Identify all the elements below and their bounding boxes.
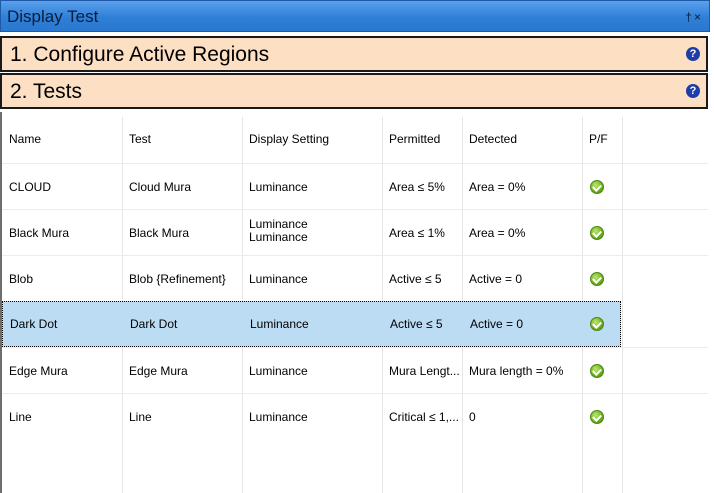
cell-detected: Area = 0% [469, 180, 526, 194]
cell-test: Dark Dot [130, 317, 178, 331]
table-row[interactable]: Edge Mura Edge Mura Luminance Mura Lengt… [2, 347, 708, 393]
cell-detected: Mura length = 0% [469, 364, 564, 378]
cell-detected: Active = 0 [469, 272, 523, 286]
column-header-permitted[interactable]: Permitted [382, 132, 462, 146]
cell-test: Black Mura [129, 226, 190, 240]
table-row[interactable]: Blob Blob {Refinement} Luminance Active … [2, 255, 708, 301]
help-icon[interactable]: ? [686, 84, 700, 98]
cell-permitted: Mura Lengt... [389, 364, 460, 378]
cell-permitted: Area ≤ 1% [389, 226, 445, 240]
help-icon[interactable]: ? [686, 47, 700, 61]
pass-icon [590, 410, 604, 424]
section-configure-active-regions[interactable]: 1. Configure Active Regions ? [0, 36, 708, 72]
table-header: Name Test Display Setting Permitted Dete… [2, 117, 708, 161]
window-title-bar: Display Test †× [0, 0, 710, 32]
cell-test: Blob {Refinement} [129, 272, 226, 286]
pass-icon [590, 180, 604, 194]
cell-name: Edge Mura [9, 364, 68, 378]
close-icon[interactable]: × [694, 10, 703, 24]
pass-icon [590, 226, 604, 240]
cell-display-setting: Luminance [249, 272, 308, 286]
table-row[interactable]: Black Mura Black Mura Luminance Luminanc… [2, 209, 708, 255]
cell-test: Edge Mura [129, 364, 188, 378]
column-header-display-setting[interactable]: Display Setting [242, 132, 382, 146]
cell-permitted: Active ≤ 5 [389, 272, 442, 286]
table-row-selected[interactable]: Dark Dot Dark Dot Luminance Active ≤ 5 A… [2, 301, 621, 347]
cell-name: Black Mura [9, 226, 70, 240]
cell-test: Cloud Mura [129, 180, 192, 194]
section-tests[interactable]: 2. Tests ? [0, 73, 708, 109]
cell-display-setting: Luminance [249, 410, 308, 424]
section-title: 1. Configure Active Regions [10, 43, 270, 66]
cell-permitted: Active ≤ 5 [390, 317, 443, 331]
cell-name: Blob [9, 272, 34, 286]
cell-permitted: Critical ≤ 1,... [389, 410, 459, 424]
column-header-test[interactable]: Test [122, 132, 242, 146]
cell-test: Line [129, 410, 152, 424]
window-controls: †× [685, 10, 703, 24]
pass-icon [590, 364, 604, 378]
cell-name: Dark Dot [10, 317, 58, 331]
cell-display-setting: Luminance [249, 218, 308, 231]
cell-permitted: Area ≤ 5% [389, 180, 445, 194]
cell-display-setting: Luminance [249, 180, 308, 194]
tests-table: Name Test Display Setting Permitted Dete… [0, 112, 708, 493]
column-header-pf[interactable]: P/F [582, 132, 622, 146]
cell-display-setting-2: Luminance [249, 231, 308, 244]
cell-name: Line [9, 410, 32, 424]
window-title: Display Test [7, 7, 99, 26]
table-row[interactable]: CLOUD Cloud Mura Luminance Area ≤ 5% Are… [2, 163, 708, 209]
column-header-name[interactable]: Name [2, 132, 122, 146]
cell-display-setting: Luminance [250, 317, 309, 331]
table-row[interactable]: Line Line Luminance Critical ≤ 1,... 0 [2, 393, 708, 439]
cell-detected: Area = 0% [469, 226, 526, 240]
cell-name: CLOUD [9, 180, 52, 194]
pass-icon [590, 317, 604, 331]
cell-display-setting: Luminance [249, 364, 308, 378]
cell-detected: Active = 0 [470, 317, 524, 331]
column-header-detected[interactable]: Detected [462, 132, 582, 146]
pin-icon[interactable]: † [685, 10, 694, 24]
section-title: 2. Tests [10, 80, 82, 103]
cell-detected: 0 [469, 410, 476, 424]
pass-icon [590, 272, 604, 286]
